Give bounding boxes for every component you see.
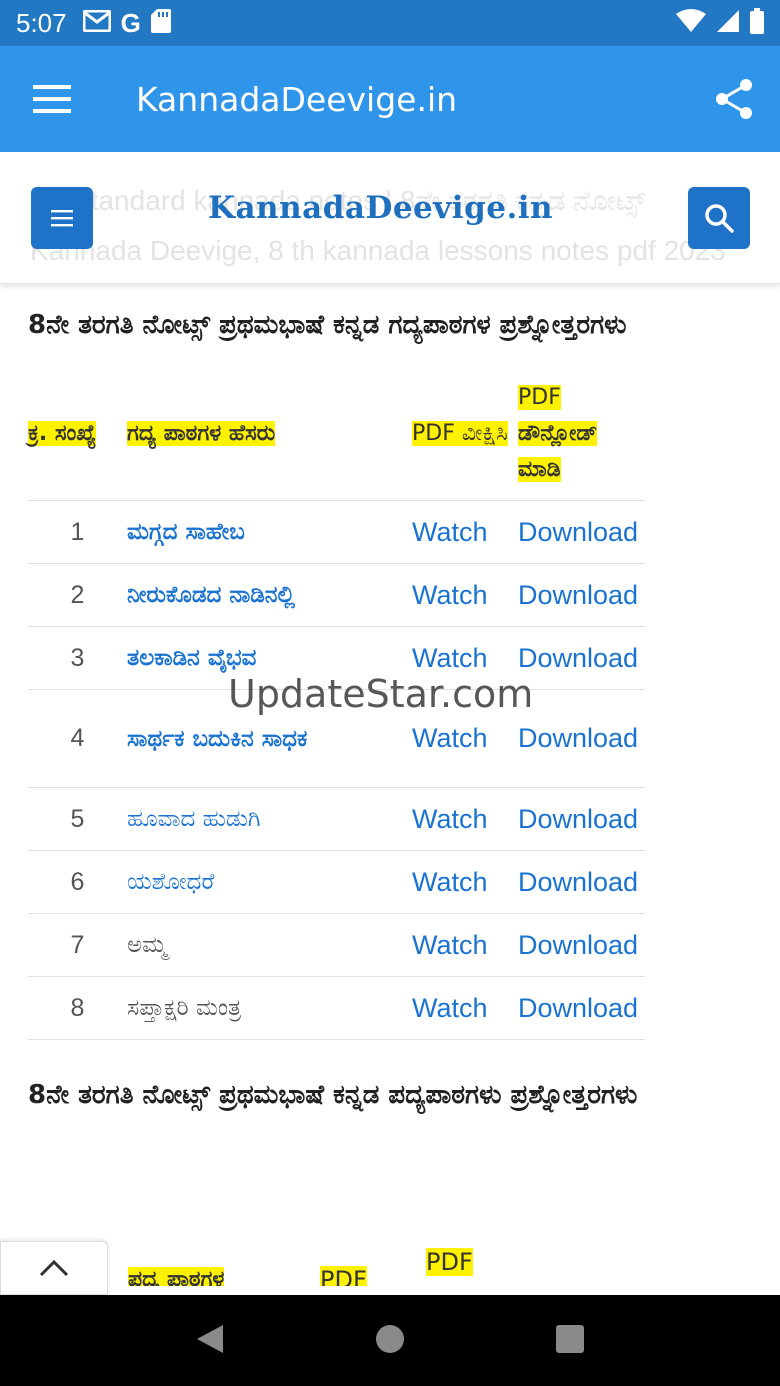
col-header-download: PDF [426, 1248, 473, 1276]
gmail-icon [82, 9, 112, 36]
table-row: 2 ನೀರುಕೊಡದ ನಾಡಿನಲ್ಲಿ Watch Download [28, 563, 645, 627]
lesson-name: ಅಮ್ಮ [127, 932, 168, 958]
search-icon [705, 204, 734, 233]
back-icon[interactable] [195, 1323, 225, 1359]
col-header-sn: ಕ್ರ. ಸಂಖ್ಯೆ [28, 421, 97, 446]
watch-link[interactable]: Watch [412, 993, 488, 1023]
section-heading-poetry: 8ನೇ ತರಗತಿ ನೋಟ್ಸ್ ಪ್ರಥಮಭಾಷೆ ಕನ್ನಡ ಪದ್ಯಪಾಠ… [28, 1080, 638, 1110]
col-header-view: PDF [320, 1262, 367, 1286]
status-time: 5:07 [16, 7, 67, 38]
lesson-name: ಸಪ್ತಾಕ್ಷರಿ ಮಂತ್ರ [127, 995, 242, 1021]
lesson-link[interactable]: ತಲಕಾಡಿನ ವೈಭವ [127, 645, 256, 671]
chevron-up-icon [39, 1259, 69, 1277]
watch-link[interactable]: Watch [412, 804, 488, 834]
lesson-link[interactable]: ನೀರುಕೊಡದ ನಾಡಿನಲ್ಲಿ [127, 582, 295, 608]
table-row: 5 ಹೂವಾದ ಹುಡುಗಿ Watch Download [28, 787, 645, 851]
website-header: 8th standard kannada notes | 8ನೇ ತರಗತಿ ಕ… [0, 152, 780, 284]
col-header-download: PDF ಡೌನ್ಲೋಡ್ ಮಾಡಿ [518, 385, 598, 482]
home-icon[interactable] [375, 1324, 405, 1358]
download-link[interactable]: Download [518, 643, 638, 673]
scroll-to-top-button[interactable] [0, 1241, 108, 1295]
table-row: 1 ಮಗ್ಗದ ಸಾಹೇಬ Watch Download [28, 500, 645, 564]
table-row: 7 ಅಮ್ಮ Watch Download [28, 913, 645, 977]
row-number: 2 [28, 563, 127, 627]
table-row: 6 ಯಶೋಧರೆ Watch Download [28, 850, 645, 914]
col-header-name: ಗದ್ಯ ಪಾಠಗಳ ಹೆಸರು [127, 421, 276, 446]
download-link[interactable]: Download [518, 580, 638, 610]
lesson-link[interactable]: ಯಶೋಧರೆ [127, 869, 214, 895]
wifi-icon [676, 9, 706, 37]
sd-card-icon [150, 9, 171, 37]
row-number: 1 [28, 500, 127, 564]
site-menu-button[interactable] [31, 187, 93, 249]
app-bar: KannadaDeevige.in [0, 46, 780, 152]
site-logo[interactable]: KannadaDeevige.in [208, 190, 553, 226]
watch-link[interactable]: Watch [412, 643, 488, 673]
download-link[interactable]: Download [518, 804, 638, 834]
download-link[interactable]: Download [518, 867, 638, 897]
lesson-link[interactable]: ಹೂವಾದ ಹುಡುಗಿ [127, 806, 260, 832]
battery-icon [750, 8, 764, 38]
hamburger-menu-icon[interactable] [12, 59, 92, 139]
app-title: KannadaDeevige.in [136, 79, 458, 119]
google-icon: G [120, 8, 141, 38]
row-number: 4 [28, 689, 127, 788]
watermark-text: UpdateStar.com [228, 672, 534, 716]
row-number: 8 [28, 976, 127, 1040]
status-bar: 5:07 G [0, 0, 780, 46]
col-header-view: PDF ವೀಕ್ಷಿಸಿ [412, 421, 508, 446]
watch-link[interactable]: Watch [412, 580, 488, 610]
table-row: 8 ಸಪ್ತಾಕ್ಷರಿ ಮಂತ್ರ Watch Download [28, 976, 645, 1040]
share-icon[interactable] [710, 75, 758, 123]
watch-link[interactable]: Watch [412, 517, 488, 547]
row-number: 5 [28, 787, 127, 851]
col-header-name: ಪದ್ಯ ಪಾಠಗಳ [128, 1262, 225, 1286]
section-heading-prose: 8ನೇ ತರಗತಿ ನೋಟ್ಸ್ ಪ್ರಥಮಭಾಷೆ ಕನ್ನಡ ಗದ್ಯಪಾಠ… [28, 310, 627, 340]
recents-icon[interactable] [555, 1324, 585, 1358]
download-link[interactable]: Download [518, 993, 638, 1023]
row-number: 3 [28, 626, 127, 690]
row-number: 6 [28, 850, 127, 914]
watch-link[interactable]: Watch [412, 867, 488, 897]
lesson-link[interactable]: ಮಗ್ಗದ ಸಾಹೇಬ [127, 519, 245, 545]
row-number: 7 [28, 913, 127, 977]
search-button[interactable] [688, 187, 750, 249]
system-navigation-bar [0, 1295, 780, 1386]
signal-icon [716, 9, 740, 37]
poetry-table-partial: ಪದ್ಯ ಪಾಠಗಳ PDF PDF [0, 1236, 780, 1286]
download-link[interactable]: Download [518, 723, 638, 753]
watch-link[interactable]: Watch [412, 723, 488, 753]
download-link[interactable]: Download [518, 930, 638, 960]
watch-link[interactable]: Watch [412, 930, 488, 960]
lesson-link[interactable]: ಸಾರ್ಥಕ ಬದುಕಿನ ಸಾಧಕ [127, 721, 327, 757]
download-link[interactable]: Download [518, 517, 638, 547]
